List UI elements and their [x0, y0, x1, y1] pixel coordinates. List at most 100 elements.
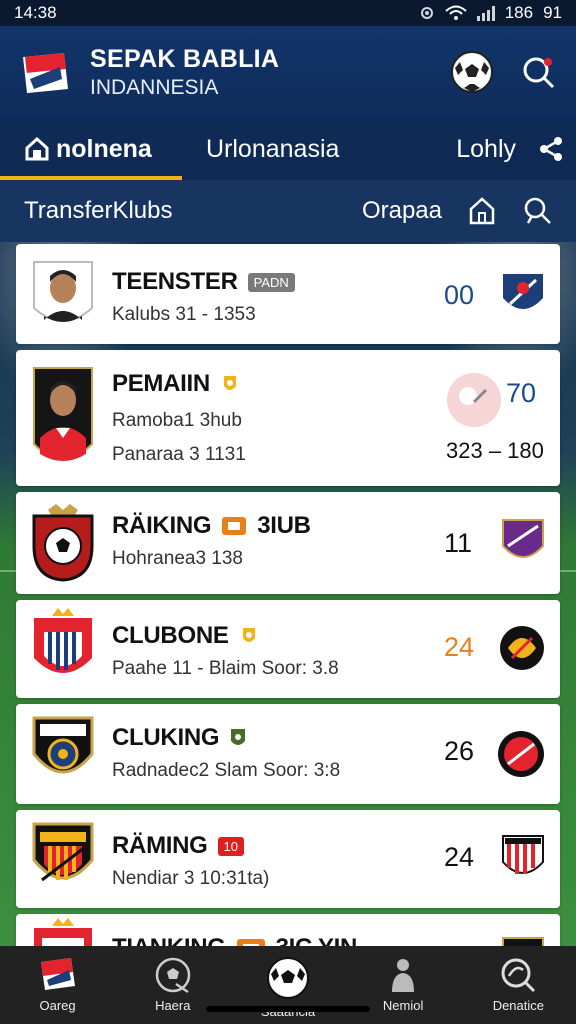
item-detail: Paahe 11 - Blaim Soor: 3.8: [112, 658, 339, 679]
nav-item-player[interactable]: Nemiol: [353, 956, 453, 1013]
flag-logo-icon: [40, 958, 75, 990]
item-info: CLUKING Radnadec2 Slam Soor: 3:8: [112, 724, 340, 782]
share-button[interactable]: [526, 118, 576, 180]
item-value: 26: [444, 736, 475, 766]
home-icon: [25, 136, 49, 161]
list-item[interactable]: PEMAIIN Ramoba1 3hub Panaraa 3 1131 70 3…: [16, 350, 560, 486]
club-crest-icon: [32, 716, 94, 774]
club-crest-icon: [32, 504, 94, 582]
status-icons: 186 91: [419, 3, 562, 23]
share-icon: [540, 137, 562, 161]
section-actions: Orapaa: [362, 196, 552, 226]
tab-label: nolnena: [56, 134, 152, 163]
flag-logo-icon: [20, 49, 72, 95]
list-item[interactable]: CLUBONE Paahe 11 - Blaim Soor: 3.8 24: [16, 600, 560, 698]
section-filter-label[interactable]: Orapaa: [362, 197, 442, 225]
item-badge: 10: [217, 836, 244, 856]
item-score: 323 – 180: [446, 438, 544, 463]
list-item[interactable]: TEENSTER PADN Kalubs 31 - 1353 00: [16, 244, 560, 344]
tab-lohly[interactable]: Lohly: [456, 118, 526, 180]
item-value: 24: [444, 842, 475, 872]
badge-icon: [223, 376, 236, 390]
soccer-ball-icon: [266, 957, 309, 999]
tab-bar: nolnena Urlonanasia Lohly: [0, 118, 576, 180]
nav-label: Oareg: [39, 998, 76, 1013]
item-info: CLUBONE Paahe 11 - Blaim Soor: 3.8: [112, 622, 339, 680]
item-detail: Radnadec2 Slam Soor: 3:8: [112, 760, 341, 781]
search-ball-icon: [501, 958, 536, 993]
list-item[interactable]: RÄIKING 3IUB Hohranea3 138 11: [16, 492, 560, 594]
nav-item-home[interactable]: Oareg: [8, 956, 108, 1013]
wifi-icon: [445, 5, 467, 20]
item-value: 70: [506, 378, 537, 408]
item-name-row: PEMAIIN: [112, 370, 246, 398]
app-header: SEPAK BABLIA INDANNESIA: [0, 26, 576, 118]
club-crest-icon: [498, 731, 544, 777]
item-info: PEMAIIN Ramoba1 3hub Panaraa 3 1131: [112, 370, 246, 466]
section-title: TransferKlubs: [24, 197, 173, 224]
item-detail: Hohranea3 138: [112, 548, 243, 569]
item-name-row: CLUKING: [112, 724, 340, 752]
item-info: RÄMING 10 Nendiar 3 10:31ta): [112, 832, 269, 890]
tab-indonesia[interactable]: Urlonanasia: [182, 118, 432, 180]
item-name: CLUBONE: [112, 622, 229, 649]
item-name-row: RÄIKING 3IUB: [112, 512, 311, 540]
item-detail-secondary: Panaraa 3 1131: [112, 444, 246, 465]
app-title-block: SEPAK BABLIA INDANNESIA: [90, 45, 450, 100]
item-value: 24: [444, 632, 475, 662]
app-title: SEPAK BABLIA: [90, 44, 280, 73]
nav-label: Denatice: [492, 998, 544, 1013]
search-icon[interactable]: [520, 54, 556, 90]
item-value: 11: [444, 528, 473, 558]
list-item[interactable]: RÄMING 10 Nendiar 3 10:31ta) 24: [16, 810, 560, 908]
item-name-row: CLUBONE: [112, 622, 339, 650]
item-detail: Nendiar 3 10:31ta): [112, 868, 270, 889]
soccer-ball-icon: [155, 957, 191, 994]
item-badge: PADN: [247, 272, 295, 292]
home-icon[interactable]: [468, 196, 496, 226]
badge-icon: [231, 729, 246, 745]
tab-label: Urlonanasia: [206, 134, 340, 163]
search-icon[interactable]: [522, 196, 552, 226]
item-name: TEENSTER: [112, 268, 238, 295]
nav-item-news[interactable]: Haera: [123, 956, 223, 1013]
item-name: RÄMING: [112, 832, 208, 859]
settings-status-icon: [420, 7, 433, 19]
item-name-row: TEENSTER PADN: [112, 268, 295, 296]
tab-home[interactable]: nolnena: [0, 118, 182, 180]
transfer-list: TEENSTER PADN Kalubs 31 - 1353 00 PEMAII: [16, 244, 560, 1016]
tab-label: Lohly: [456, 134, 516, 163]
soccer-ball-icon[interactable]: [450, 50, 494, 94]
nav-label: Haera: [155, 998, 191, 1013]
nav-label: Nemiol: [382, 998, 424, 1013]
item-value: 00: [444, 280, 475, 310]
player-avatar: [30, 258, 96, 339]
app-subtitle: INDANNESIA: [90, 75, 219, 99]
item-name-suffix: 3IUB: [257, 512, 311, 539]
item-name-row: RÄMING 10: [112, 832, 269, 860]
club-crest-icon: [34, 608, 92, 673]
bottom-nav: Oareg Haera Saaahcia Nemiol Denatice: [0, 946, 576, 1024]
club-crest-icon: [32, 822, 94, 882]
nav-item-donate[interactable]: Denatice: [468, 956, 568, 1013]
player-avatar: [30, 364, 96, 479]
badge-icon: [242, 628, 255, 642]
item-info: RÄIKING 3IUB Hohranea3 138: [112, 512, 311, 570]
signal-icon: [476, 5, 495, 21]
club-crest-icon: [503, 274, 543, 309]
item-info: TEENSTER PADN Kalubs 31 - 1353: [112, 268, 295, 326]
item-name: RÄIKING: [112, 512, 212, 539]
status-time: 14:38: [14, 3, 57, 22]
status-bar: 14:38 186 91: [0, 0, 576, 26]
club-crest-icon: [502, 519, 544, 558]
rating-bubble-icon: [447, 373, 501, 427]
item-detail: Ramoba1 3hub: [112, 410, 242, 431]
home-indicator[interactable]: [206, 1006, 370, 1012]
badge-icon: [222, 517, 247, 535]
club-crest-icon: [500, 626, 544, 670]
item-name: PEMAIIN: [112, 370, 210, 397]
status-extra: 91: [543, 3, 562, 22]
list-item[interactable]: CLUKING Radnadec2 Slam Soor: 3:8 26: [16, 704, 560, 804]
player-icon: [392, 959, 415, 992]
battery-level: 186: [504, 3, 534, 22]
